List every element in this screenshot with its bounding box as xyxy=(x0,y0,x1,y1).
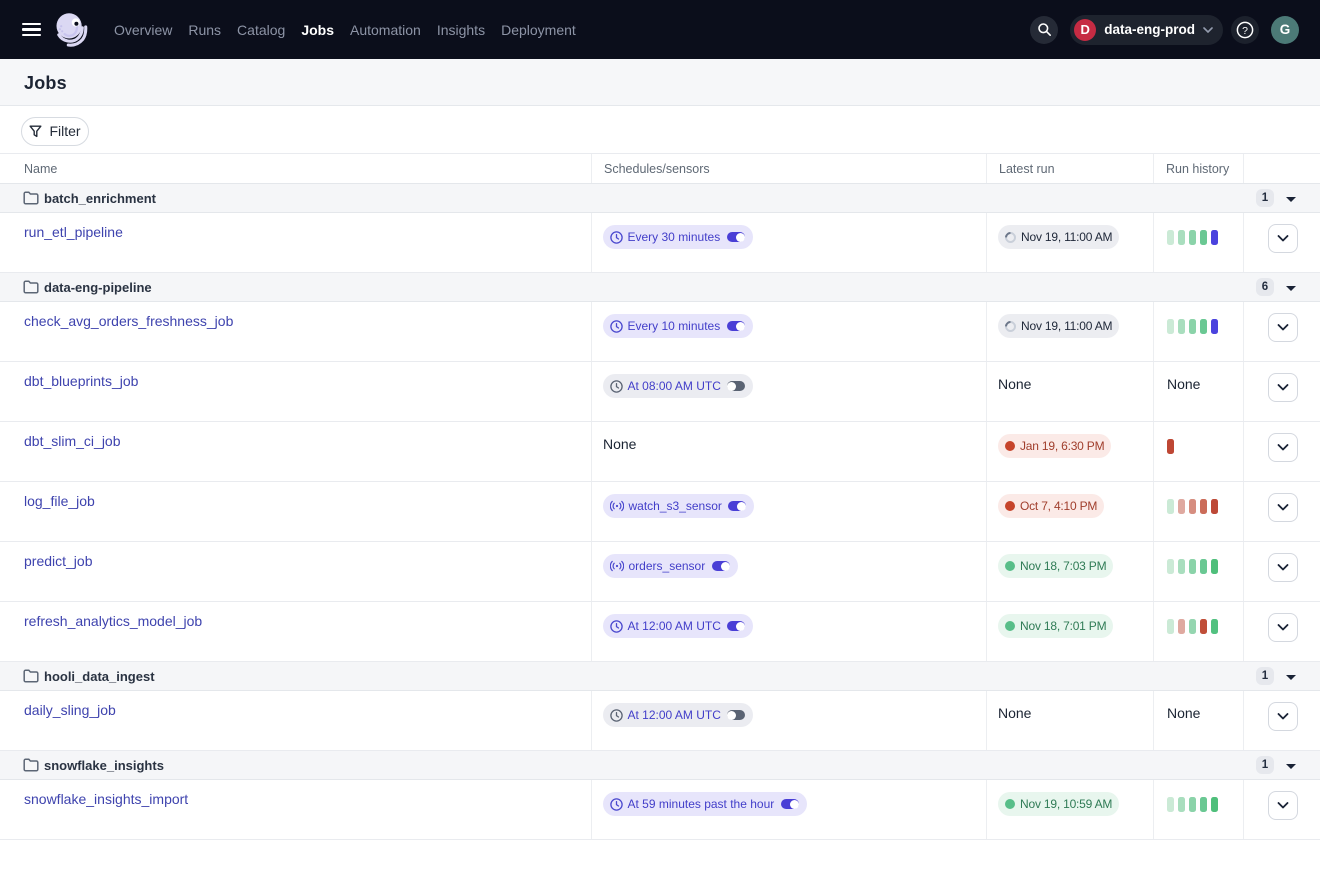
svg-text:?: ? xyxy=(1242,24,1248,36)
